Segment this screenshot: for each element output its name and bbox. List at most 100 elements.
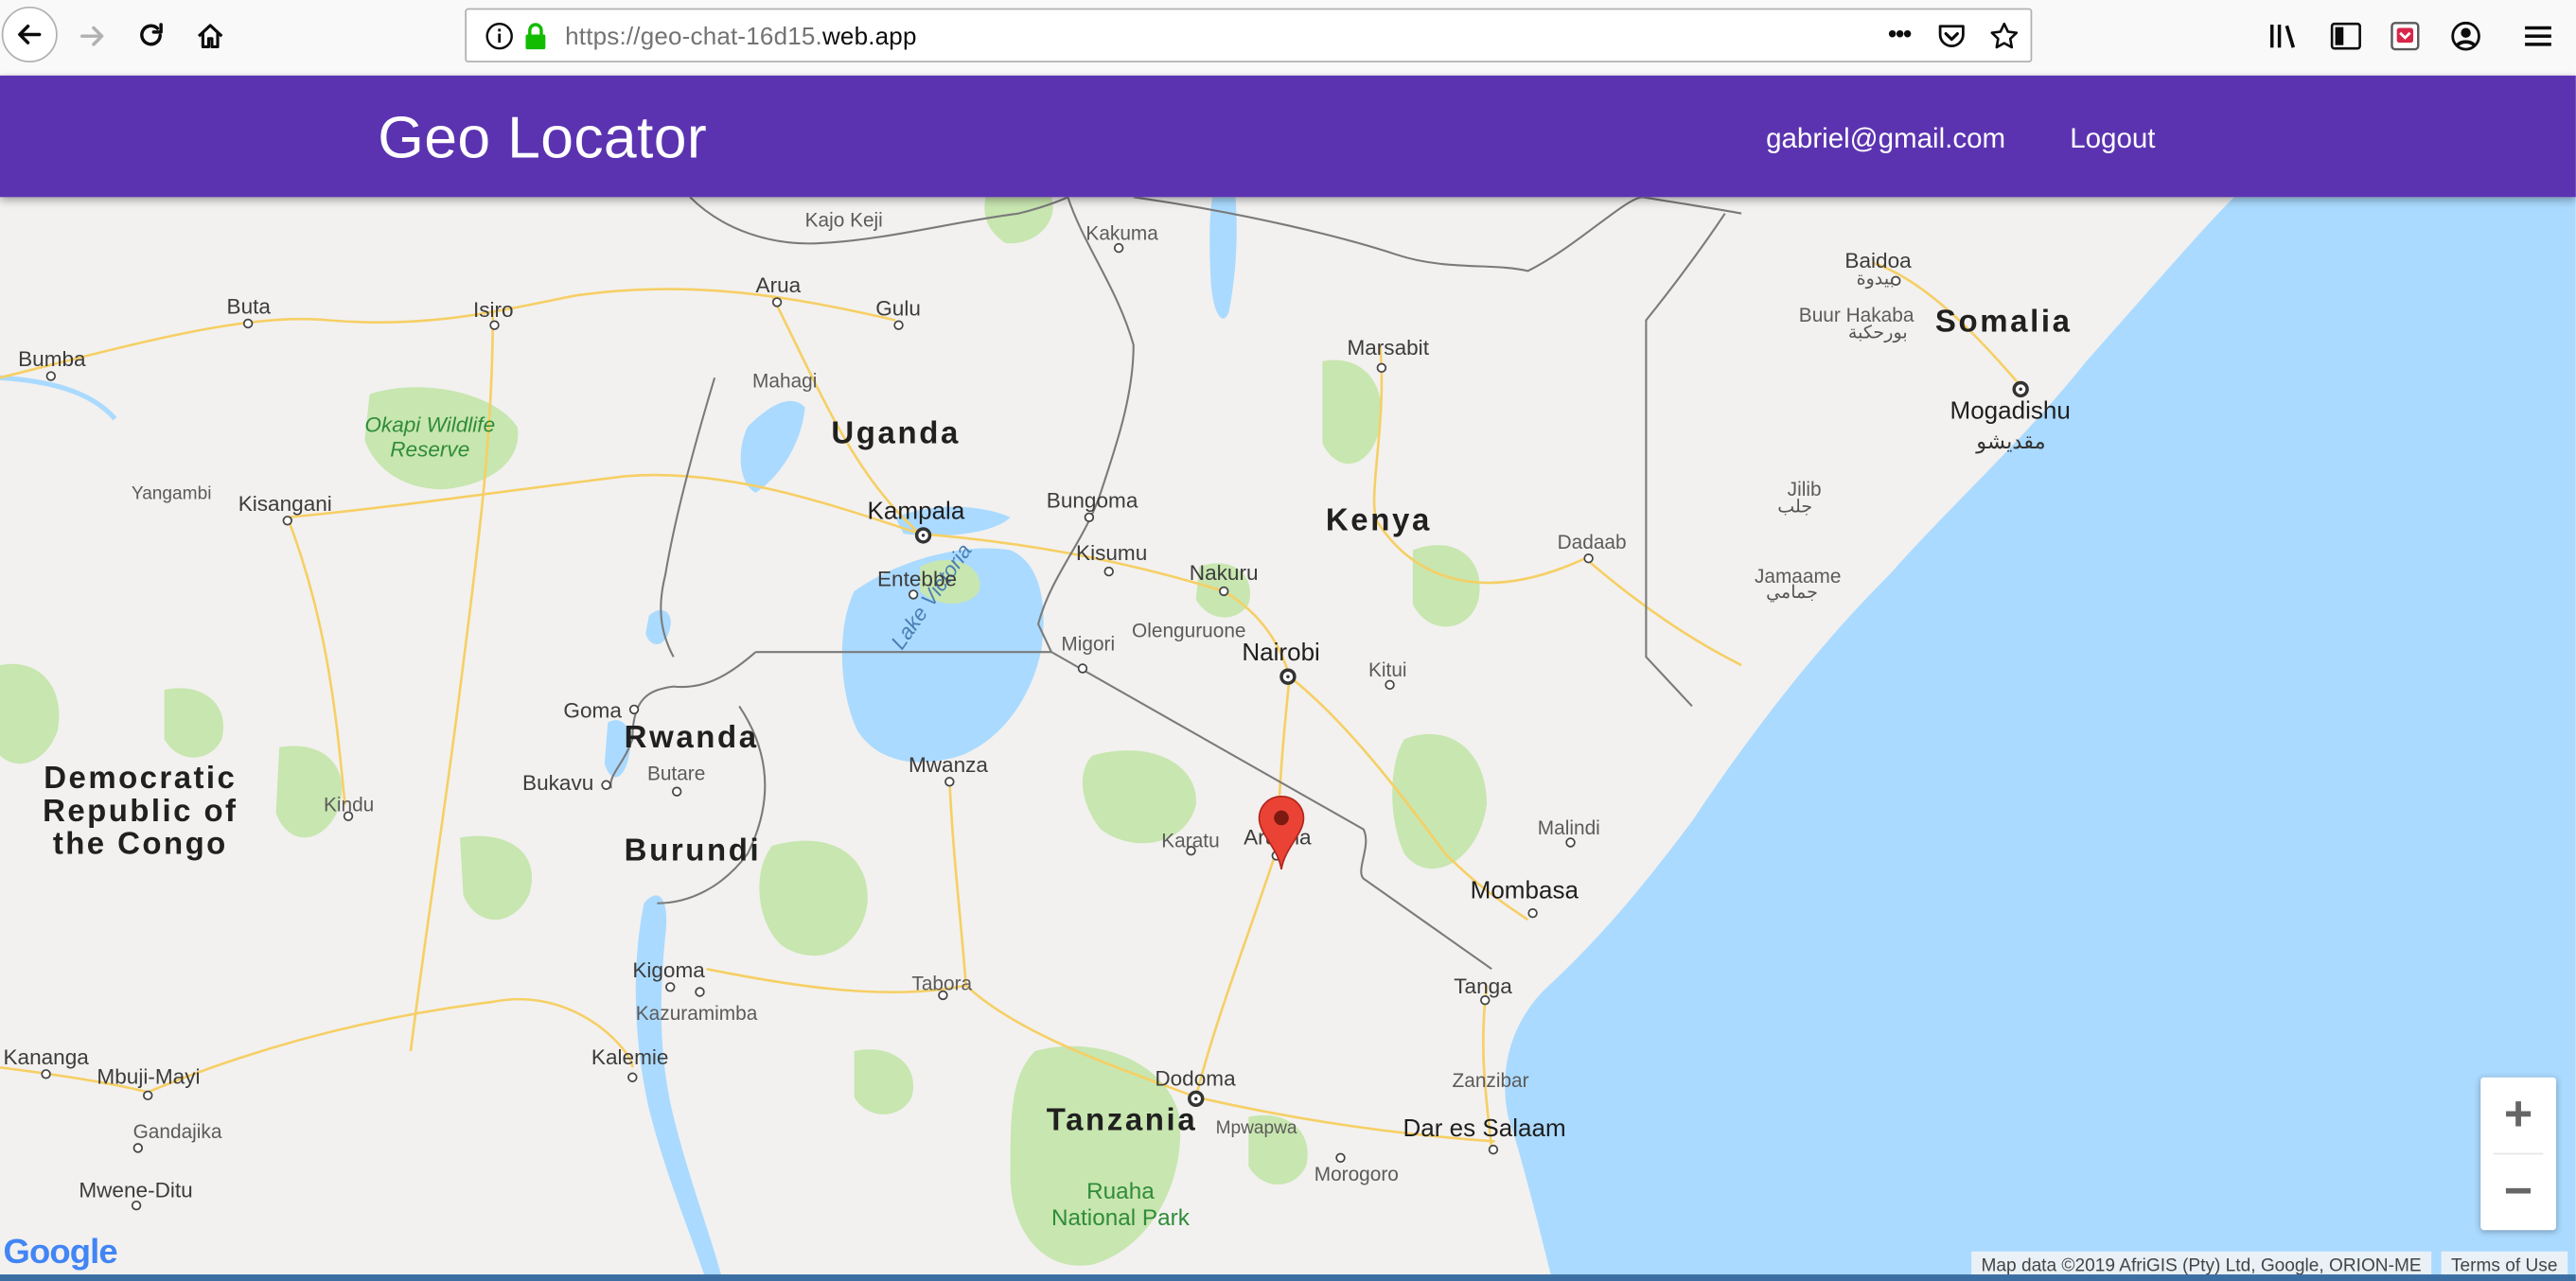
window-bottom-edge [0,1274,2576,1281]
map-canvas[interactable]: Uganda Kenya Somalia Rwanda Burundi Tanz… [0,197,2576,1281]
city-dot [1488,1144,1499,1155]
city-dot [132,1143,144,1153]
city-label-buta: Buta [226,293,271,319]
google-logo[interactable]: Google [3,1233,117,1273]
forward-arrow-icon [80,26,104,46]
city-dot [628,704,640,715]
forward-button[interactable] [64,9,120,64]
city-label-tabora: Tabora [911,972,973,995]
park-label-ruaha: Ruaha National Park [1050,1177,1190,1231]
city-label-mpwapwa: Mpwapwa [1215,1118,1297,1138]
site-info-icon[interactable] [480,16,520,56]
city-label-kitui: Kitui [1368,658,1407,682]
city-label-marsabit: Marsabit [1347,335,1429,360]
city-dot [242,318,254,329]
country-label-drc: Democratic Republic of the Congo [43,762,238,863]
city-label-kigoma: Kigoma [632,957,705,983]
city-label-mwene-ditu: Mwene-Ditu [79,1177,193,1202]
city-label-nakuru: Nakuru [1189,559,1259,585]
city-label-butare: Butare [646,762,706,785]
city-dot [41,1069,51,1079]
city-dot [695,987,705,997]
city-dot [1376,362,1387,374]
city-label-bumba: Bumba [18,346,86,372]
city-label-kisangani: Kisangani [238,491,332,517]
google-logo-text: Google [3,1233,117,1272]
city-label-buur-hakaba: Buur Hakaba [1798,304,1914,327]
url-text[interactable]: https://geo-chat-16d15.web.app [565,23,916,51]
city-label-karatu: Karatu [1161,829,1220,852]
city-dot [143,1090,153,1101]
lake-tanganyika-water [635,895,723,1281]
city-label-kajo-keji: Kajo Keji [804,208,883,232]
page-actions-button[interactable]: ••• [1879,16,1919,56]
home-button[interactable] [183,9,238,64]
country-label-rwanda: Rwanda [624,721,759,756]
city-dot [771,297,783,307]
back-arrow-icon [18,25,42,44]
city-label-jilib: Jilib [1787,478,1822,501]
lock-icon[interactable] [516,16,556,56]
reload-button[interactable] [123,9,179,64]
city-label-mbuji-mayi: Mbuji-Mayi [97,1063,201,1089]
url-prefix: https://geo-chat-16d15. [565,23,822,51]
city-dot [282,516,292,526]
pocket-icon[interactable] [1932,16,1971,56]
zoom-in-button[interactable]: + [2480,1078,2556,1153]
menu-icon[interactable] [2518,16,2558,56]
app-title[interactable]: Geo Locator [378,103,707,172]
library-icon[interactable] [2266,16,2305,56]
location-marker-icon[interactable] [1257,795,1306,870]
city-label-mogadishu: Mogadishu [1950,397,2071,426]
country-label-kenya: Kenya [1325,503,1432,539]
lake-turkana-water [1209,197,1237,319]
sidebar-toggle-icon[interactable] [2326,16,2366,56]
city-label-bukavu: Bukavu [522,770,594,796]
city-label-tanga: Tanga [1454,974,1512,999]
app-header: Geo Locator gabriel@gmail.com Logout [0,75,2576,198]
city-dot [627,1072,638,1082]
city-dot [1084,512,1095,523]
capital-dot-mogadishu [2012,380,2029,398]
city-label-baidoa: Baidoa [1844,248,1912,273]
city-label-malindi: Malindi [1537,816,1600,840]
zoom-control: + − [2480,1077,2557,1231]
city-label-kakuma: Kakuma [1085,221,1158,245]
city-label-bungoma: Bungoma [1046,487,1138,513]
back-button[interactable] [1,6,58,62]
bookmark-star-icon[interactable] [1985,16,2024,56]
city-dot [944,777,955,787]
logout-link[interactable]: Logout [2070,123,2155,156]
zoom-out-button[interactable]: − [2480,1154,2556,1230]
city-label-goma: Goma [563,697,622,723]
city-label-morogoro: Morogoro [1314,1163,1399,1186]
country-label-somalia: Somalia [1934,305,2073,341]
browser-toolbar: https://geo-chat-16d15.web.app ••• [0,0,2576,78]
city-dot [1583,553,1594,564]
user-email[interactable]: gabriel@gmail.com [1766,123,2005,156]
home-icon [197,24,223,49]
city-label-isiro: Isiro [472,297,514,323]
city-label-kazuramimba: Kazuramimba [635,1001,758,1026]
city-label-gulu: Gulu [875,295,921,321]
city-label-kisumu: Kisumu [1076,540,1148,566]
city-dot [1103,566,1114,577]
city-label-nairobi: Nairobi [1242,639,1320,667]
city-dot [1077,663,1088,674]
extension-icon[interactable] [2386,16,2426,56]
city-dot [1527,907,1538,919]
capital-dot-nairobi [1279,668,1297,685]
account-icon[interactable] [2446,16,2486,56]
city-label-dodoma: Dodoma [1155,1065,1236,1091]
city-dot [1219,586,1229,597]
congo-river [0,375,117,421]
address-bar[interactable]: https://geo-chat-16d15.web.app ••• [465,8,2033,62]
city-dot [671,786,682,797]
capital-dot-dodoma [1188,1090,1205,1107]
city-label-dar-es-salaam: Dar es Salaam [1403,1114,1566,1144]
city-label-mwanza: Mwanza [908,752,989,778]
country-label-tanzania: Tanzania [1046,1103,1198,1138]
city-label-jilib-ar: جلب [1777,497,1813,518]
city-label-dadaab: Dadaab [1557,530,1627,553]
url-domain: web.app [821,23,917,51]
